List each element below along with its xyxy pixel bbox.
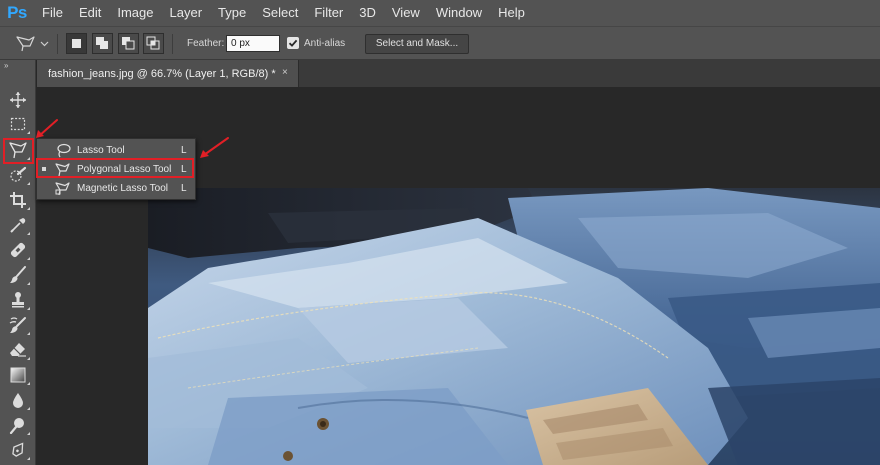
- antialias-label: Anti-alias: [304, 38, 346, 49]
- jeans-photo-graphic: [148, 188, 880, 465]
- move-tool-icon: [10, 92, 26, 108]
- intersect-selection-icon: [146, 36, 160, 50]
- gradient-tool[interactable]: [5, 363, 31, 387]
- tool-group-indicator: [27, 357, 30, 360]
- polygonal-lasso-highlight-box: [36, 158, 194, 178]
- brush-tool[interactable]: [5, 263, 31, 287]
- document-tab-title: fashion_jeans.jpg @ 66.7% (Layer 1, RGB/…: [48, 68, 276, 80]
- marquee-tool-icon: [10, 117, 26, 131]
- move-tool[interactable]: [5, 88, 31, 112]
- blur-tool-icon: [13, 393, 23, 408]
- annotation-arrow-icon: [200, 137, 229, 158]
- feather-input[interactable]: 0 px: [226, 35, 280, 52]
- tool-group-indicator: [27, 407, 30, 410]
- feather-label: Feather:: [187, 38, 225, 49]
- tool-group-indicator: [27, 432, 30, 435]
- history-brush-tool-icon: [9, 317, 26, 333]
- add-to-selection-button[interactable]: [92, 33, 113, 54]
- options-divider: [172, 34, 173, 54]
- lasso-tool-highlight-box: [3, 138, 34, 164]
- flyout-item-label: Magnetic Lasso Tool: [77, 183, 168, 194]
- blur-tool[interactable]: [5, 388, 31, 412]
- subtract-from-selection-icon: [122, 37, 135, 50]
- tool-group-indicator: [27, 457, 30, 460]
- tool-group-indicator: [27, 282, 30, 285]
- menu-image[interactable]: Image: [109, 0, 161, 26]
- healing-brush-tool-icon: [10, 242, 26, 258]
- history-brush-tool[interactable]: [5, 313, 31, 337]
- magnetic-lasso-icon: [55, 182, 70, 196]
- document-tab[interactable]: fashion_jeans.jpg @ 66.7% (Layer 1, RGB/…: [37, 60, 299, 87]
- marquee-tool[interactable]: [5, 112, 31, 136]
- flyout-item-shortcut: L: [181, 145, 187, 156]
- photoshop-logo: Ps: [7, 3, 27, 22]
- add-to-selection-icon: [96, 37, 108, 49]
- document-tab-bar: fashion_jeans.jpg @ 66.7% (Layer 1, RGB/…: [37, 60, 880, 87]
- tool-group-indicator: [27, 257, 30, 260]
- healing-brush-tool[interactable]: [5, 238, 31, 262]
- canvas-image-jeans[interactable]: [148, 188, 880, 465]
- eyedropper-tool[interactable]: [5, 213, 31, 237]
- quick-selection-tool-icon: [10, 166, 27, 182]
- clone-stamp-tool-icon: [12, 292, 24, 308]
- menu-filter[interactable]: Filter: [306, 0, 351, 26]
- menu-help[interactable]: Help: [490, 0, 533, 26]
- new-selection-icon: [72, 39, 81, 48]
- menu-bar: Ps File Edit Image Layer Type Select Fil…: [0, 0, 880, 26]
- menu-layer[interactable]: Layer: [162, 0, 211, 26]
- menu-3d[interactable]: 3D: [351, 0, 384, 26]
- photoshop-window: Ps File Edit Image Layer Type Select Fil…: [0, 0, 880, 465]
- menu-edit[interactable]: Edit: [71, 0, 109, 26]
- eraser-tool-icon: [10, 343, 26, 357]
- intersect-selection-button[interactable]: [143, 33, 164, 54]
- tool-group-indicator: [27, 182, 30, 185]
- close-tab-icon[interactable]: ×: [282, 67, 288, 78]
- collapse-toolbar-icon[interactable]: »: [4, 61, 8, 70]
- pen-tool[interactable]: [5, 438, 31, 462]
- menu-window[interactable]: Window: [428, 0, 490, 26]
- tool-group-indicator: [27, 332, 30, 335]
- dodge-tool-icon: [9, 418, 24, 434]
- flyout-item-shortcut: L: [181, 183, 187, 194]
- select-and-mask-button[interactable]: Select and Mask...: [365, 34, 469, 54]
- options-bar: Feather: 0 px Anti-alias Select and Mask…: [0, 26, 880, 60]
- clone-stamp-tool[interactable]: [5, 288, 31, 312]
- menu-select[interactable]: Select: [254, 0, 306, 26]
- tool-group-indicator: [27, 207, 30, 210]
- lasso-icon: [57, 143, 71, 158]
- quick-selection-tool[interactable]: [5, 163, 31, 187]
- subtract-from-selection-button[interactable]: [118, 33, 139, 54]
- eraser-tool[interactable]: [5, 338, 31, 362]
- flyout-item-label: Lasso Tool: [77, 145, 125, 156]
- flyout-item-magnetic-lasso-tool[interactable]: Magnetic Lasso Tool L: [37, 179, 195, 198]
- options-divider: [57, 34, 58, 54]
- menu-type[interactable]: Type: [210, 0, 254, 26]
- brush-tool-icon: [10, 266, 26, 283]
- crop-tool[interactable]: [5, 188, 31, 212]
- tool-group-indicator: [27, 131, 30, 134]
- new-selection-button[interactable]: [66, 33, 87, 54]
- tool-preset-picker[interactable]: [14, 34, 50, 59]
- dodge-tool[interactable]: [5, 413, 31, 437]
- menu-view[interactable]: View: [384, 0, 428, 26]
- tool-group-indicator: [27, 307, 30, 310]
- checkmark-icon: [288, 39, 298, 47]
- pen-tool-icon: [12, 442, 24, 457]
- eyedropper-tool-icon: [10, 218, 26, 233]
- polygonal-lasso-icon: [16, 36, 49, 52]
- tool-group-indicator: [27, 232, 30, 235]
- tool-group-indicator: [27, 382, 30, 385]
- gradient-tool-icon: [10, 367, 26, 383]
- annotation-arrow-icon: [36, 119, 58, 138]
- antialias-checkbox[interactable]: [287, 37, 299, 49]
- menu-file[interactable]: File: [34, 0, 71, 26]
- crop-tool-icon: [10, 192, 26, 208]
- tools-panel: »: [0, 60, 36, 465]
